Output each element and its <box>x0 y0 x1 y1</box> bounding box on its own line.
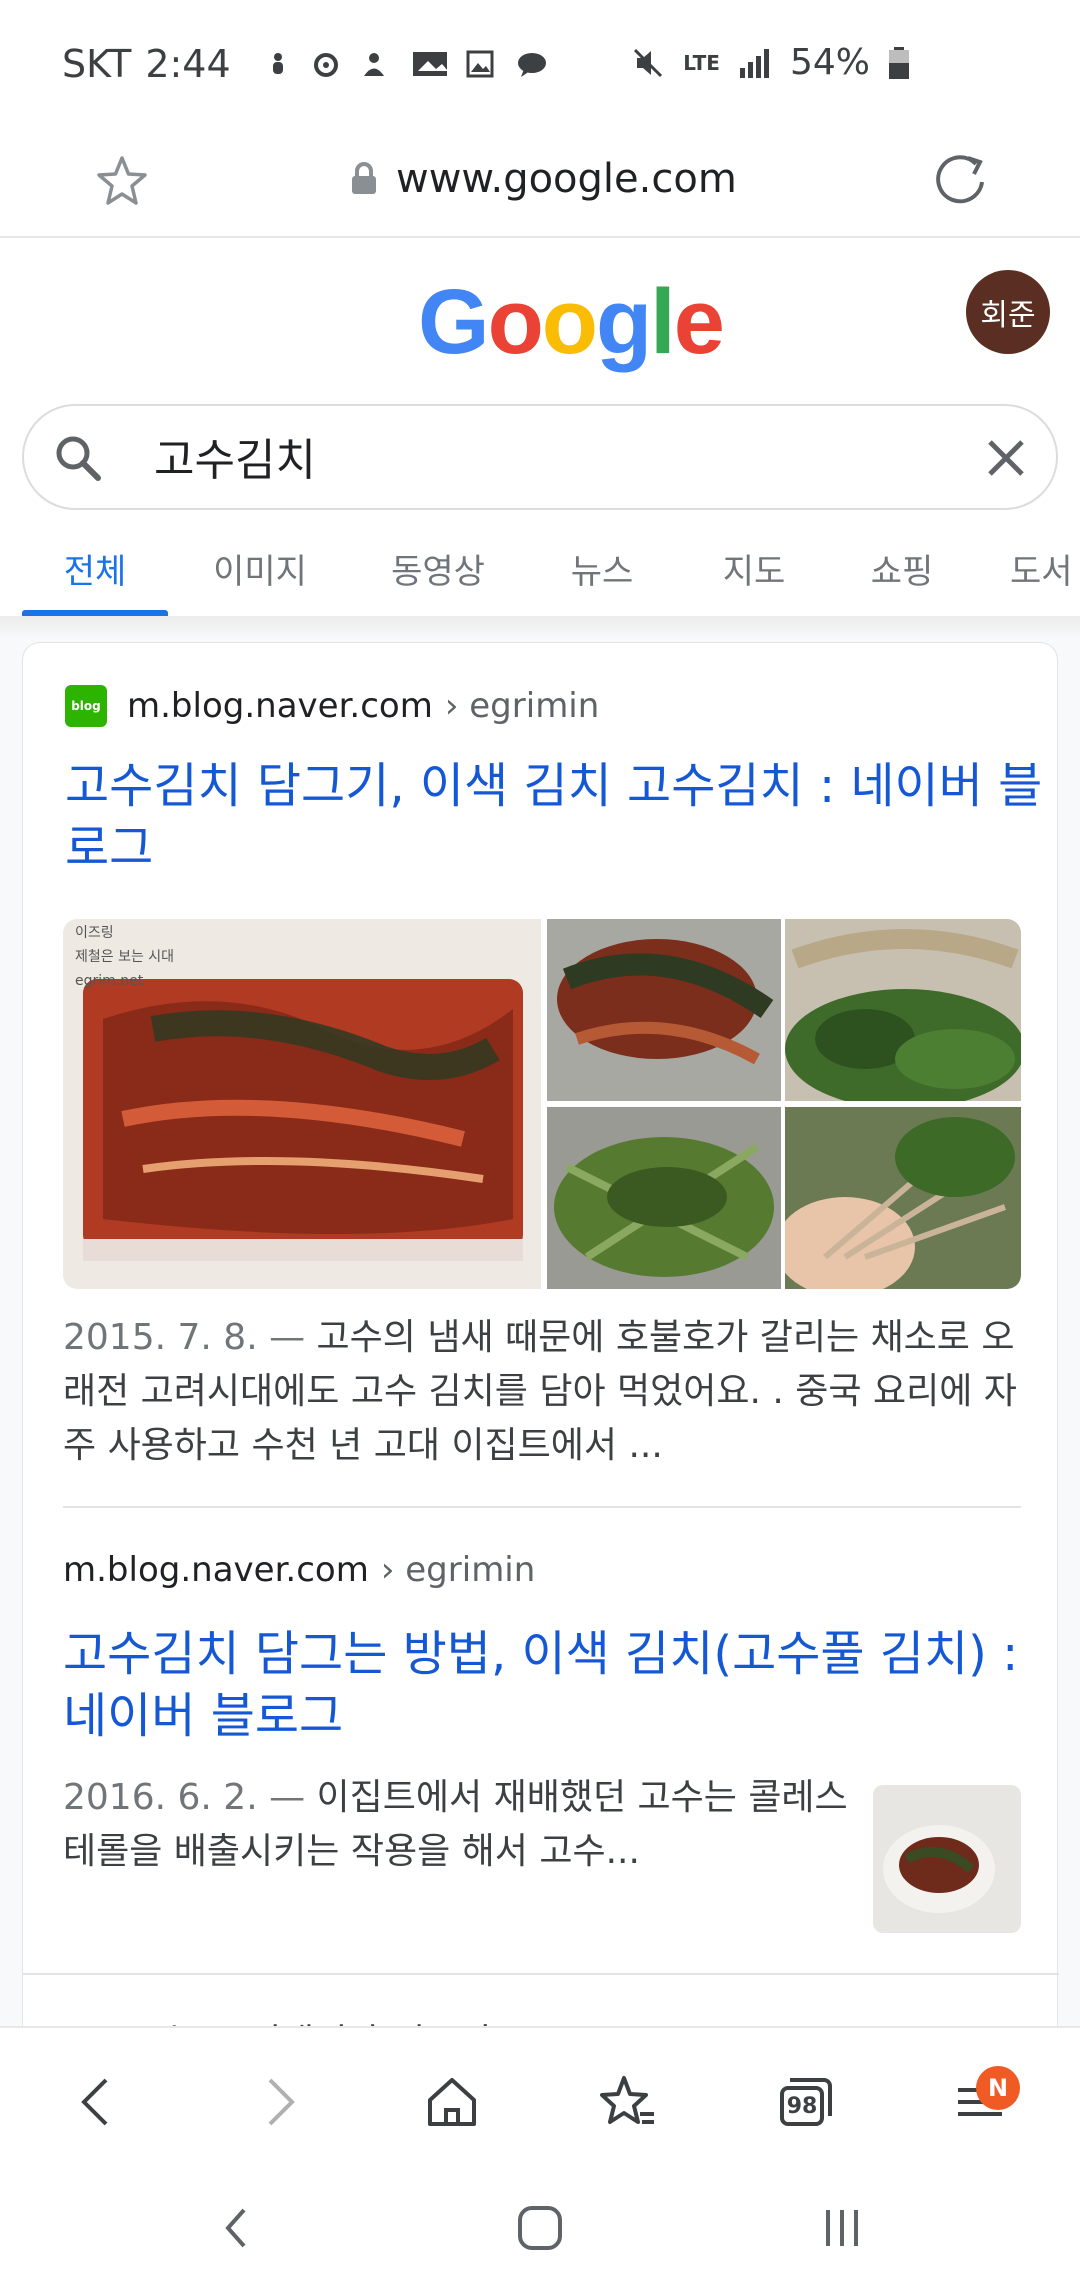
result-image-gallery[interactable]: 이즈링 제철은 보는 시대 egrim.net <box>63 919 1021 1289</box>
chat-notification-icon <box>517 53 546 77</box>
reload-icon[interactable] <box>928 150 992 214</box>
account-avatar[interactable]: 회준 <box>966 270 1050 354</box>
card-divider <box>23 1973 1059 1975</box>
notification-icons <box>263 49 549 79</box>
mute-icon <box>634 48 663 77</box>
search-icon[interactable] <box>52 432 104 484</box>
url-field[interactable]: www.google.com <box>350 156 737 202</box>
lte-label: LTE <box>683 50 720 75</box>
tabs-shadow <box>0 616 1080 640</box>
bookmark-star-icon[interactable] <box>92 152 152 212</box>
search-box <box>22 404 1058 510</box>
status-bar: SKT 2:44 LTE 54% <box>0 0 1080 130</box>
tab-maps[interactable]: 지도 <box>704 530 804 593</box>
figure-notification-icon <box>272 53 283 74</box>
result-thumbnail[interactable] <box>873 1785 1021 1933</box>
search-result: m.blog.naver.com › egrimin 고수김치 담그는 방법, … <box>63 1547 1023 1747</box>
lock-icon <box>352 162 376 194</box>
new-badge: N <box>976 2066 1020 2110</box>
recent-apps-icon[interactable] <box>814 2200 870 2256</box>
tab-books[interactable]: 도서 <box>1010 530 1080 593</box>
logo-letter: o <box>487 271 544 373</box>
result-snippet: 2015. 7. 8. — 고수의 냄새 때문에 호불호가 갈리는 채소로 오래… <box>63 1311 1023 1473</box>
system-home-icon[interactable] <box>512 2200 568 2256</box>
cilantro-tray-thumbnail[interactable] <box>547 1107 781 1289</box>
naver-blog-favicon-icon: blog <box>65 685 107 727</box>
search-tabs: 전체 이미지 동영상 뉴스 지도 쇼핑 도서 <box>0 530 1080 616</box>
kimchi-tray-thumbnail[interactable] <box>547 919 781 1101</box>
system-back-icon[interactable] <box>210 2200 266 2256</box>
result-path: › egrimin <box>380 1550 536 1590</box>
system-navigation-bar <box>0 2176 1080 2280</box>
logo-letter: g <box>595 271 652 373</box>
search-result: blog m.blog.naver.com › egrimin 고수김치 담그기… <box>65 683 1045 879</box>
browser-toolbar: 98 N <box>0 2026 1080 2176</box>
home-icon[interactable] <box>420 2070 484 2134</box>
logo-letter: l <box>650 271 676 373</box>
result-date: 2016. 6. 2. — <box>63 1777 306 1818</box>
result-source[interactable]: blog m.blog.naver.com › egrimin <box>65 683 1045 729</box>
result-snippet: 2016. 6. 2. — 이집트에서 재배했던 고수는 콜레스테롤을 배출시키… <box>63 1771 863 1879</box>
logo-letter: e <box>673 271 725 373</box>
signal-icon <box>739 48 769 78</box>
result-path: › egrimin <box>444 686 600 726</box>
address-bar: www.google.com <box>0 130 1080 238</box>
tab-all[interactable]: 전체 <box>22 530 168 593</box>
tab-news[interactable]: 뉴스 <box>552 530 652 593</box>
logo-letter: o <box>541 271 598 373</box>
result-divider <box>63 1506 1021 1508</box>
carrier-label: SKT <box>62 42 132 86</box>
status-left: SKT 2:44 <box>62 42 549 86</box>
tabs-button[interactable]: 98 <box>774 2070 838 2134</box>
search-input[interactable] <box>154 430 954 481</box>
result-date: 2015. 7. 8. — <box>63 1317 306 1358</box>
result-host: m.blog.naver.com <box>127 686 433 726</box>
tab-videos[interactable]: 동영상 <box>378 530 498 593</box>
image-notification-icon <box>466 50 494 78</box>
svg-text:제철은 보는 시대: 제철은 보는 시대 <box>75 949 174 965</box>
kimchi-container-thumbnail[interactable]: 이즈링 제철은 보는 시대 egrim.net <box>63 919 541 1289</box>
clock: 2:44 <box>145 42 231 86</box>
cilantro-roots-thumbnail[interactable] <box>785 919 1021 1101</box>
bookmarks-icon[interactable] <box>596 2070 660 2134</box>
forward-icon[interactable] <box>246 2070 310 2134</box>
svg-text:egrim.net: egrim.net <box>75 973 144 989</box>
status-right: LTE 54% <box>631 42 910 83</box>
tab-images[interactable]: 이미지 <box>200 530 320 593</box>
result-host: m.blog.naver.com <box>63 1550 369 1590</box>
gallery-notification-icon <box>412 52 447 76</box>
round-notification-icon <box>313 53 338 77</box>
result-title-link[interactable]: 고수김치 담그기, 이색 김치 고수김치 : 네이버 블로그 <box>65 755 1045 879</box>
close-icon[interactable] <box>982 434 1030 482</box>
back-icon[interactable] <box>66 2070 130 2134</box>
person-notification-icon <box>363 53 384 76</box>
results-card: blog m.blog.naver.com › egrimin 고수김치 담그기… <box>22 642 1059 2063</box>
google-logo[interactable]: Google <box>418 270 725 375</box>
result-source[interactable]: m.blog.naver.com › egrimin <box>63 1547 1023 1593</box>
svg-text:이즈링: 이즈링 <box>75 925 114 941</box>
battery-percent: 54% <box>789 42 870 83</box>
tabs-count: 98 <box>786 2094 818 2119</box>
cilantro-hand-thumbnail[interactable] <box>785 1107 1021 1289</box>
logo-letter: G <box>418 271 490 373</box>
tab-shopping[interactable]: 쇼핑 <box>852 530 952 593</box>
battery-icon <box>889 46 909 79</box>
result-title-link[interactable]: 고수김치 담그는 방법, 이색 김치(고수풀 김치) : 네이버 블로그 <box>63 1623 1023 1747</box>
url-text: www.google.com <box>396 156 737 202</box>
